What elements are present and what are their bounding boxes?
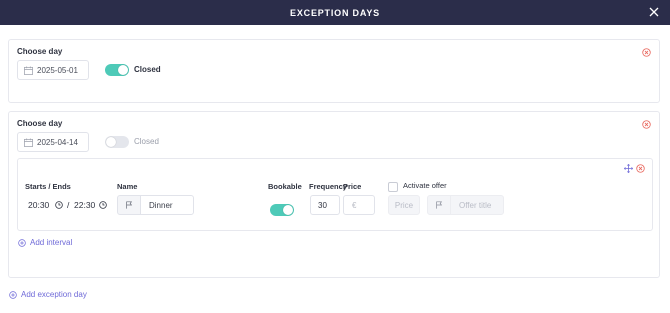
- modal-title: EXCEPTION DAYS: [290, 7, 380, 18]
- interval-row: Starts / Ends 20:30 / 22:30 Name Dinner …: [17, 158, 653, 231]
- date-value: 2025-05-01: [37, 65, 78, 75]
- modal-header: EXCEPTION DAYS: [0, 0, 670, 25]
- add-interval-button[interactable]: Add interval: [18, 238, 72, 247]
- frequency-input[interactable]: 30: [310, 195, 340, 215]
- offer-price-input[interactable]: Price: [388, 195, 420, 215]
- bookable-toggle[interactable]: [270, 204, 294, 216]
- add-interval-label: Add interval: [30, 238, 73, 247]
- add-exception-day-label: Add exception day: [21, 290, 87, 299]
- offer-title-placeholder: Offer title: [459, 200, 492, 210]
- offer-flag-button[interactable]: [427, 195, 451, 215]
- activate-offer-checkbox[interactable]: [388, 182, 398, 192]
- plus-circle-icon: [9, 290, 17, 299]
- plus-circle-icon: [18, 238, 26, 247]
- exception-day-card-1: Choose day 2025-05-01 Closed: [8, 39, 660, 103]
- clock-icon[interactable]: [55, 201, 63, 209]
- choose-day-label: Choose day: [17, 47, 63, 56]
- bookable-label: Bookable: [268, 182, 302, 191]
- currency-symbol: €: [352, 200, 357, 210]
- clock-icon[interactable]: [99, 201, 107, 209]
- closed-label: Closed: [134, 65, 161, 74]
- exception-day-card-2: Choose day 2025-04-14 Closed Starts / En…: [8, 111, 660, 278]
- closed-label: Closed: [134, 137, 159, 146]
- toggle-knob: [106, 137, 116, 147]
- end-time-input[interactable]: 22:30: [74, 200, 95, 210]
- choose-day-label: Choose day: [17, 119, 63, 128]
- date-field[interactable]: 2025-04-14: [17, 132, 89, 152]
- date-value: 2025-04-14: [37, 137, 78, 147]
- activate-offer-label: Activate offer: [403, 181, 447, 190]
- start-time-input[interactable]: 20:30: [28, 200, 49, 210]
- price-label: Price: [343, 182, 362, 191]
- frequency-value: 30: [318, 200, 327, 210]
- name-label: Name: [117, 182, 138, 191]
- add-exception-day-button[interactable]: Add exception day: [9, 290, 87, 299]
- move-icon[interactable]: [624, 164, 633, 173]
- remove-circle-icon[interactable]: [642, 48, 651, 57]
- remove-circle-icon[interactable]: [636, 164, 645, 173]
- offer-price-placeholder: Price: [394, 200, 414, 210]
- toggle-knob: [283, 205, 293, 215]
- flag-icon: [436, 201, 443, 209]
- frequency-label: Frequency: [309, 182, 347, 191]
- date-field[interactable]: 2025-05-01: [17, 60, 89, 80]
- calendar-icon: [24, 65, 33, 75]
- flag-icon: [126, 201, 133, 209]
- offer-title-input[interactable]: Offer title: [450, 195, 504, 215]
- remove-circle-icon[interactable]: [642, 120, 651, 129]
- name-input[interactable]: Dinner: [140, 195, 194, 215]
- toggle-knob: [118, 65, 128, 75]
- name-value: Dinner: [149, 200, 173, 210]
- starts-ends-label: Starts / Ends: [25, 182, 71, 191]
- price-input[interactable]: €: [343, 195, 375, 215]
- calendar-icon: [24, 137, 33, 147]
- closed-toggle[interactable]: [105, 64, 129, 76]
- close-icon[interactable]: [648, 6, 660, 18]
- name-flag-button[interactable]: [117, 195, 141, 215]
- time-separator: /: [67, 200, 70, 210]
- closed-toggle[interactable]: [105, 136, 129, 148]
